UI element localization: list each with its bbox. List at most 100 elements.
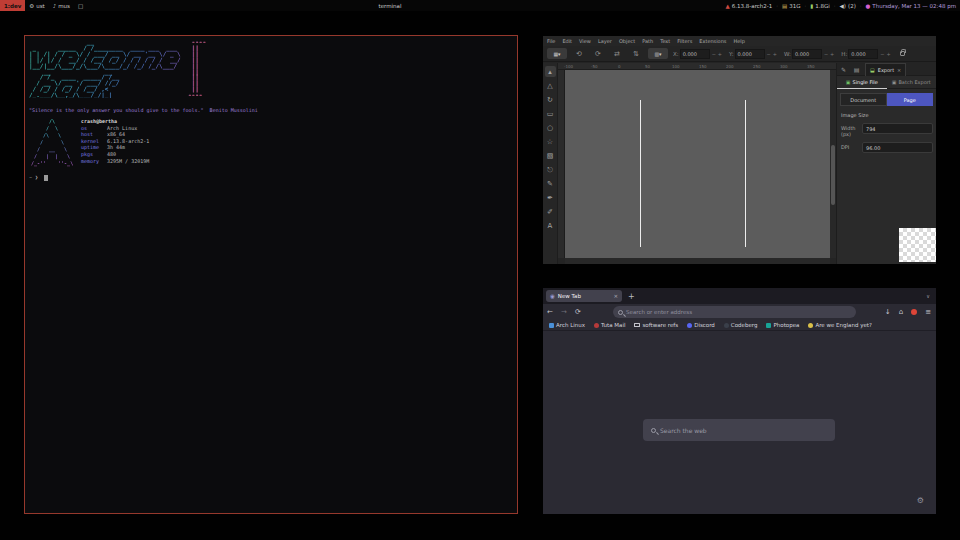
menu-object[interactable]: Object (619, 38, 635, 44)
flip-horizontal-icon[interactable]: ⇄ (610, 50, 624, 58)
menu-file[interactable]: File (547, 38, 555, 44)
subtab-single-file[interactable]: ▣Single File (837, 76, 887, 89)
search-icon (618, 310, 623, 315)
tool-ellipse[interactable]: ○ (545, 122, 556, 133)
separator: · (860, 3, 862, 9)
canvas-hscrollbar[interactable] (565, 258, 830, 264)
tool-pencil[interactable]: ✎ (545, 178, 556, 189)
extension-icon[interactable] (911, 309, 917, 315)
back-button[interactable]: ← (543, 308, 557, 316)
tool-pen[interactable]: ✒ (545, 192, 556, 203)
bookmark-tuta-mail[interactable]: Tuta Mail (594, 322, 625, 328)
width-input[interactable]: 794 (862, 123, 933, 134)
arch-logo-ascii: /\ / \ /\ \ / \ / __ \ / | | \ /_-'' ''-… (31, 118, 73, 167)
bookmark-discord[interactable]: Discord (687, 322, 715, 328)
tag-label: ust (36, 3, 45, 9)
menu-icon[interactable]: ≡ (925, 308, 931, 316)
reload-button[interactable]: ⟳ (571, 308, 585, 316)
status-text: 31G (789, 3, 800, 9)
separator: · (776, 3, 778, 9)
status-volume: ◀)(2) (840, 3, 856, 9)
export-tab-close-icon[interactable]: × (897, 67, 901, 73)
rotate-cw-icon[interactable]: ⟳ (591, 50, 605, 58)
list-tabs-chevron-icon[interactable]: ∨ (926, 293, 930, 299)
menu-view[interactable]: View (579, 38, 591, 44)
menu-filters[interactable]: Filters (677, 38, 692, 44)
dpi-input[interactable]: 96.00 (862, 142, 933, 153)
workspace-tag-1[interactable]: ⚙ust (25, 0, 48, 11)
tab-close-icon[interactable]: × (613, 293, 618, 299)
tool-calligraphy[interactable]: ✐ (545, 206, 556, 217)
inkscape-canvas[interactable] (565, 70, 830, 258)
new-tab-button[interactable]: + (628, 292, 635, 301)
web-search-box[interactable]: Search the web (643, 419, 835, 441)
tool-spiral[interactable]: ⎋ (545, 164, 556, 175)
workspace-tag-0[interactable]: 1:dev (0, 0, 25, 11)
menu-edit[interactable]: Edit (562, 38, 572, 44)
tool-box3d[interactable]: ▧ (545, 150, 556, 161)
bookmark-are-we-england-yet-[interactable]: Are we England yet? (808, 322, 871, 328)
ascii-banner: __ ---- _ _____ / /________ ____ ___ ___… (29, 39, 206, 98)
tool-shapebuilder[interactable]: ↻ (545, 94, 556, 105)
browser-window[interactable]: ◉ New Tab × + ∨ ← → ⟳ Search or enter ad… (543, 288, 936, 514)
tool-text[interactable]: A (545, 220, 556, 231)
scope-document[interactable]: Document (840, 93, 887, 106)
selection-mode-dropdown[interactable]: ▦▾ (547, 48, 567, 59)
rotate-ccw-icon[interactable]: ⟲ (572, 50, 586, 58)
export-dialog-tab[interactable]: ⬓ Export × (865, 63, 906, 76)
workspace-tag-2[interactable]: ♪mus (49, 0, 74, 11)
menu-layer[interactable]: Layer (598, 38, 612, 44)
dock-tabbar: ✎ ▤ ⬓ Export × (837, 63, 936, 76)
terminal-window[interactable]: __ ---- _ _____ / /________ ____ ___ ___… (24, 35, 518, 514)
bookmark-codeberg[interactable]: Codeberg (724, 322, 758, 328)
home-icon[interactable]: ⌂ (899, 308, 903, 316)
status-text: 1.8Gi (815, 3, 830, 9)
bookmark-software-refs[interactable]: software refs (634, 322, 678, 328)
favicon (594, 323, 599, 328)
url-bar[interactable]: Search or enter address (613, 306, 856, 318)
menu-text[interactable]: Text (660, 38, 670, 44)
fetch-row: pkgs480 (81, 151, 149, 158)
tool-star[interactable]: ☆ (545, 136, 556, 147)
page-border-right (745, 100, 746, 247)
memory-icon: ▮ (810, 3, 813, 9)
inkscape-window[interactable]: File Edit View Layer Object Path Text Filters Ex… (543, 36, 936, 264)
align-dropdown[interactable]: ▥▾ (648, 48, 668, 59)
field-x: X:0.000−+ (673, 49, 724, 59)
vertical-ruler (558, 70, 565, 258)
tag-label: 1:dev (4, 3, 21, 9)
bookmark-arch-linux[interactable]: Arch Linux (549, 322, 585, 328)
tool-selector[interactable]: ▴ (545, 66, 556, 77)
layers-dialog-icon[interactable]: ▤ (850, 66, 863, 73)
tag-label: mus (58, 3, 70, 9)
bookmark-photopea[interactable]: Photopea (766, 322, 799, 328)
tool-rect[interactable]: ▭ (545, 108, 556, 119)
menu-path[interactable]: Path (642, 38, 653, 44)
fetch-rows: osArch Linuxhostx86_64kernel6.13.8-arch2… (81, 125, 149, 165)
tool-node[interactable]: △ (545, 80, 556, 91)
browser-tabbar: ◉ New Tab × + ∨ (543, 288, 936, 304)
objects-dialog-icon[interactable]: ✎ (837, 66, 850, 73)
vscroll-thumb[interactable] (831, 145, 835, 205)
newtab-settings-gear-icon[interactable]: ⚙ (917, 496, 924, 505)
shell-prompt[interactable]: ~ ❯ (29, 174, 48, 181)
menu-help[interactable]: Help (733, 38, 744, 44)
downloads-icon[interactable]: ↓ (885, 308, 891, 316)
xywh-fields: X:0.000−+Y:0.000−+W:0.000−+H:0.000−+ (673, 49, 893, 59)
workspace-tag-3[interactable]: □ (74, 0, 87, 11)
forward-button[interactable]: → (557, 308, 571, 316)
browser-active-tab[interactable]: ◉ New Tab × (546, 290, 622, 302)
favicon (724, 323, 729, 328)
search-box-icon (651, 428, 656, 433)
favicon (808, 323, 813, 328)
desktop: 1:dev⚙ust♪mus□ terminal ▲6.13.8-arch2-1·… (0, 0, 960, 540)
menu-extensions[interactable]: Extensions (699, 38, 726, 44)
image-size-label: Image Size (841, 112, 936, 118)
field-y: Y:0.000−+ (729, 49, 779, 59)
flip-vertical-icon[interactable]: ⇅ (629, 50, 643, 58)
new-tab-page: Search the web ⚙ (543, 331, 936, 514)
subtab-batch-export[interactable]: ▣Batch Export (887, 76, 937, 89)
status-memory: ▮1.8Gi (810, 3, 830, 9)
scope-page[interactable]: Page (887, 93, 934, 106)
lock-icon[interactable] (900, 51, 905, 56)
